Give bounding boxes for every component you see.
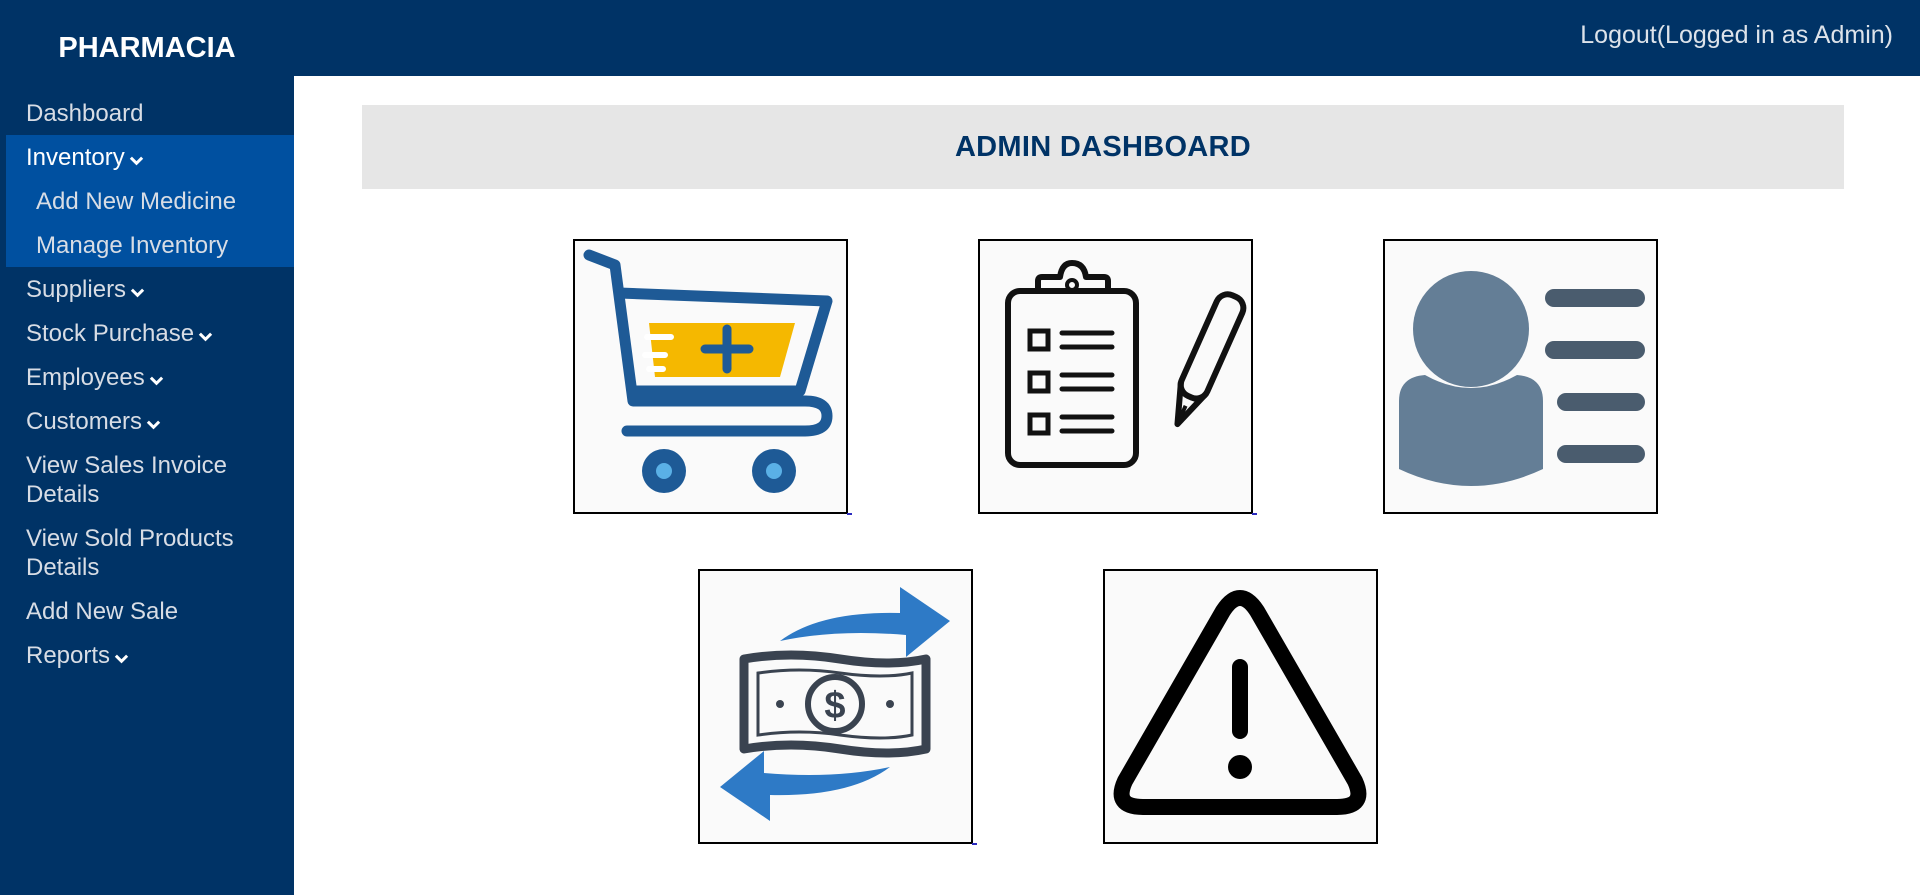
tile-add-sale[interactable] (573, 239, 848, 514)
sidebar-item-label: Customers (26, 408, 143, 435)
tile-add-medicine[interactable] (978, 239, 1253, 514)
sidebar-item-reports[interactable]: Reports (0, 641, 294, 670)
sidebar-subitem-add-new-medicine[interactable]: Add New Medicine (0, 187, 236, 216)
sidebar-item-label: Suppliers (26, 276, 127, 303)
sidebar-item-label: Reports (26, 642, 111, 669)
sidebar-item-label-line1: View Sales Invoice (26, 452, 227, 479)
sidebar-item-dashboard[interactable]: Dashboard (0, 99, 294, 128)
money-exchange-icon: $ (700, 571, 971, 842)
link-underline (1252, 513, 1257, 515)
tile-customers[interactable] (1383, 239, 1658, 514)
sidebar-item-label: Employees (26, 364, 145, 391)
sidebar-item-suppliers[interactable]: Suppliers (0, 275, 294, 304)
sidebar-item-add-new-sale[interactable]: Add New Sale (0, 597, 294, 626)
clipboard-checklist-pen-icon (980, 241, 1251, 512)
sidebar-item-view-sold-products[interactable]: View Sold Products Details (0, 524, 294, 582)
chevron-down-icon (114, 651, 129, 666)
sidebar-subitem-manage-inventory[interactable]: Manage Inventory (0, 231, 228, 260)
sidebar-item-inventory[interactable]: Inventory (0, 143, 294, 172)
chevron-down-icon (198, 329, 213, 344)
page-title: ADMIN DASHBOARD (954, 130, 1252, 163)
sidebar-item-label-line1: View Sold Products (26, 525, 234, 552)
tile-sales[interactable]: $ (698, 569, 973, 844)
chevron-down-icon (130, 285, 145, 300)
brand-logo[interactable]: PHARMACIA (0, 30, 294, 66)
link-underline (972, 843, 977, 845)
sidebar-item-view-sales-invoice[interactable]: View Sales Invoice Details (0, 451, 294, 509)
sidebar-item-stock-purchase[interactable]: Stock Purchase (0, 319, 294, 348)
link-underline (847, 513, 852, 515)
logout-link[interactable]: Logout(Logged in as Admin) (1580, 20, 1893, 50)
sidebar-item-employees[interactable]: Employees (0, 363, 294, 392)
sidebar-item-label-line2: Details (26, 554, 100, 581)
warning-triangle-icon (1105, 571, 1376, 842)
top-navbar: PHARMACIA Logout(Logged in as Admin) (0, 0, 1920, 76)
user-profile-card-icon (1385, 241, 1656, 512)
svg-text:$: $ (824, 685, 845, 727)
sidebar-item-label: Inventory (26, 144, 125, 171)
chevron-down-icon (149, 373, 164, 388)
chevron-down-icon (146, 417, 161, 432)
sidebar-item-customers[interactable]: Customers (0, 407, 294, 436)
shopping-cart-add-icon (575, 241, 846, 512)
tile-alerts[interactable] (1103, 569, 1378, 844)
page-header: ADMIN DASHBOARD (362, 105, 1844, 189)
chevron-down-icon (129, 153, 144, 168)
sidebar-item-label-line2: Details (26, 481, 100, 508)
sidebar-item-label: Stock Purchase (26, 320, 195, 347)
